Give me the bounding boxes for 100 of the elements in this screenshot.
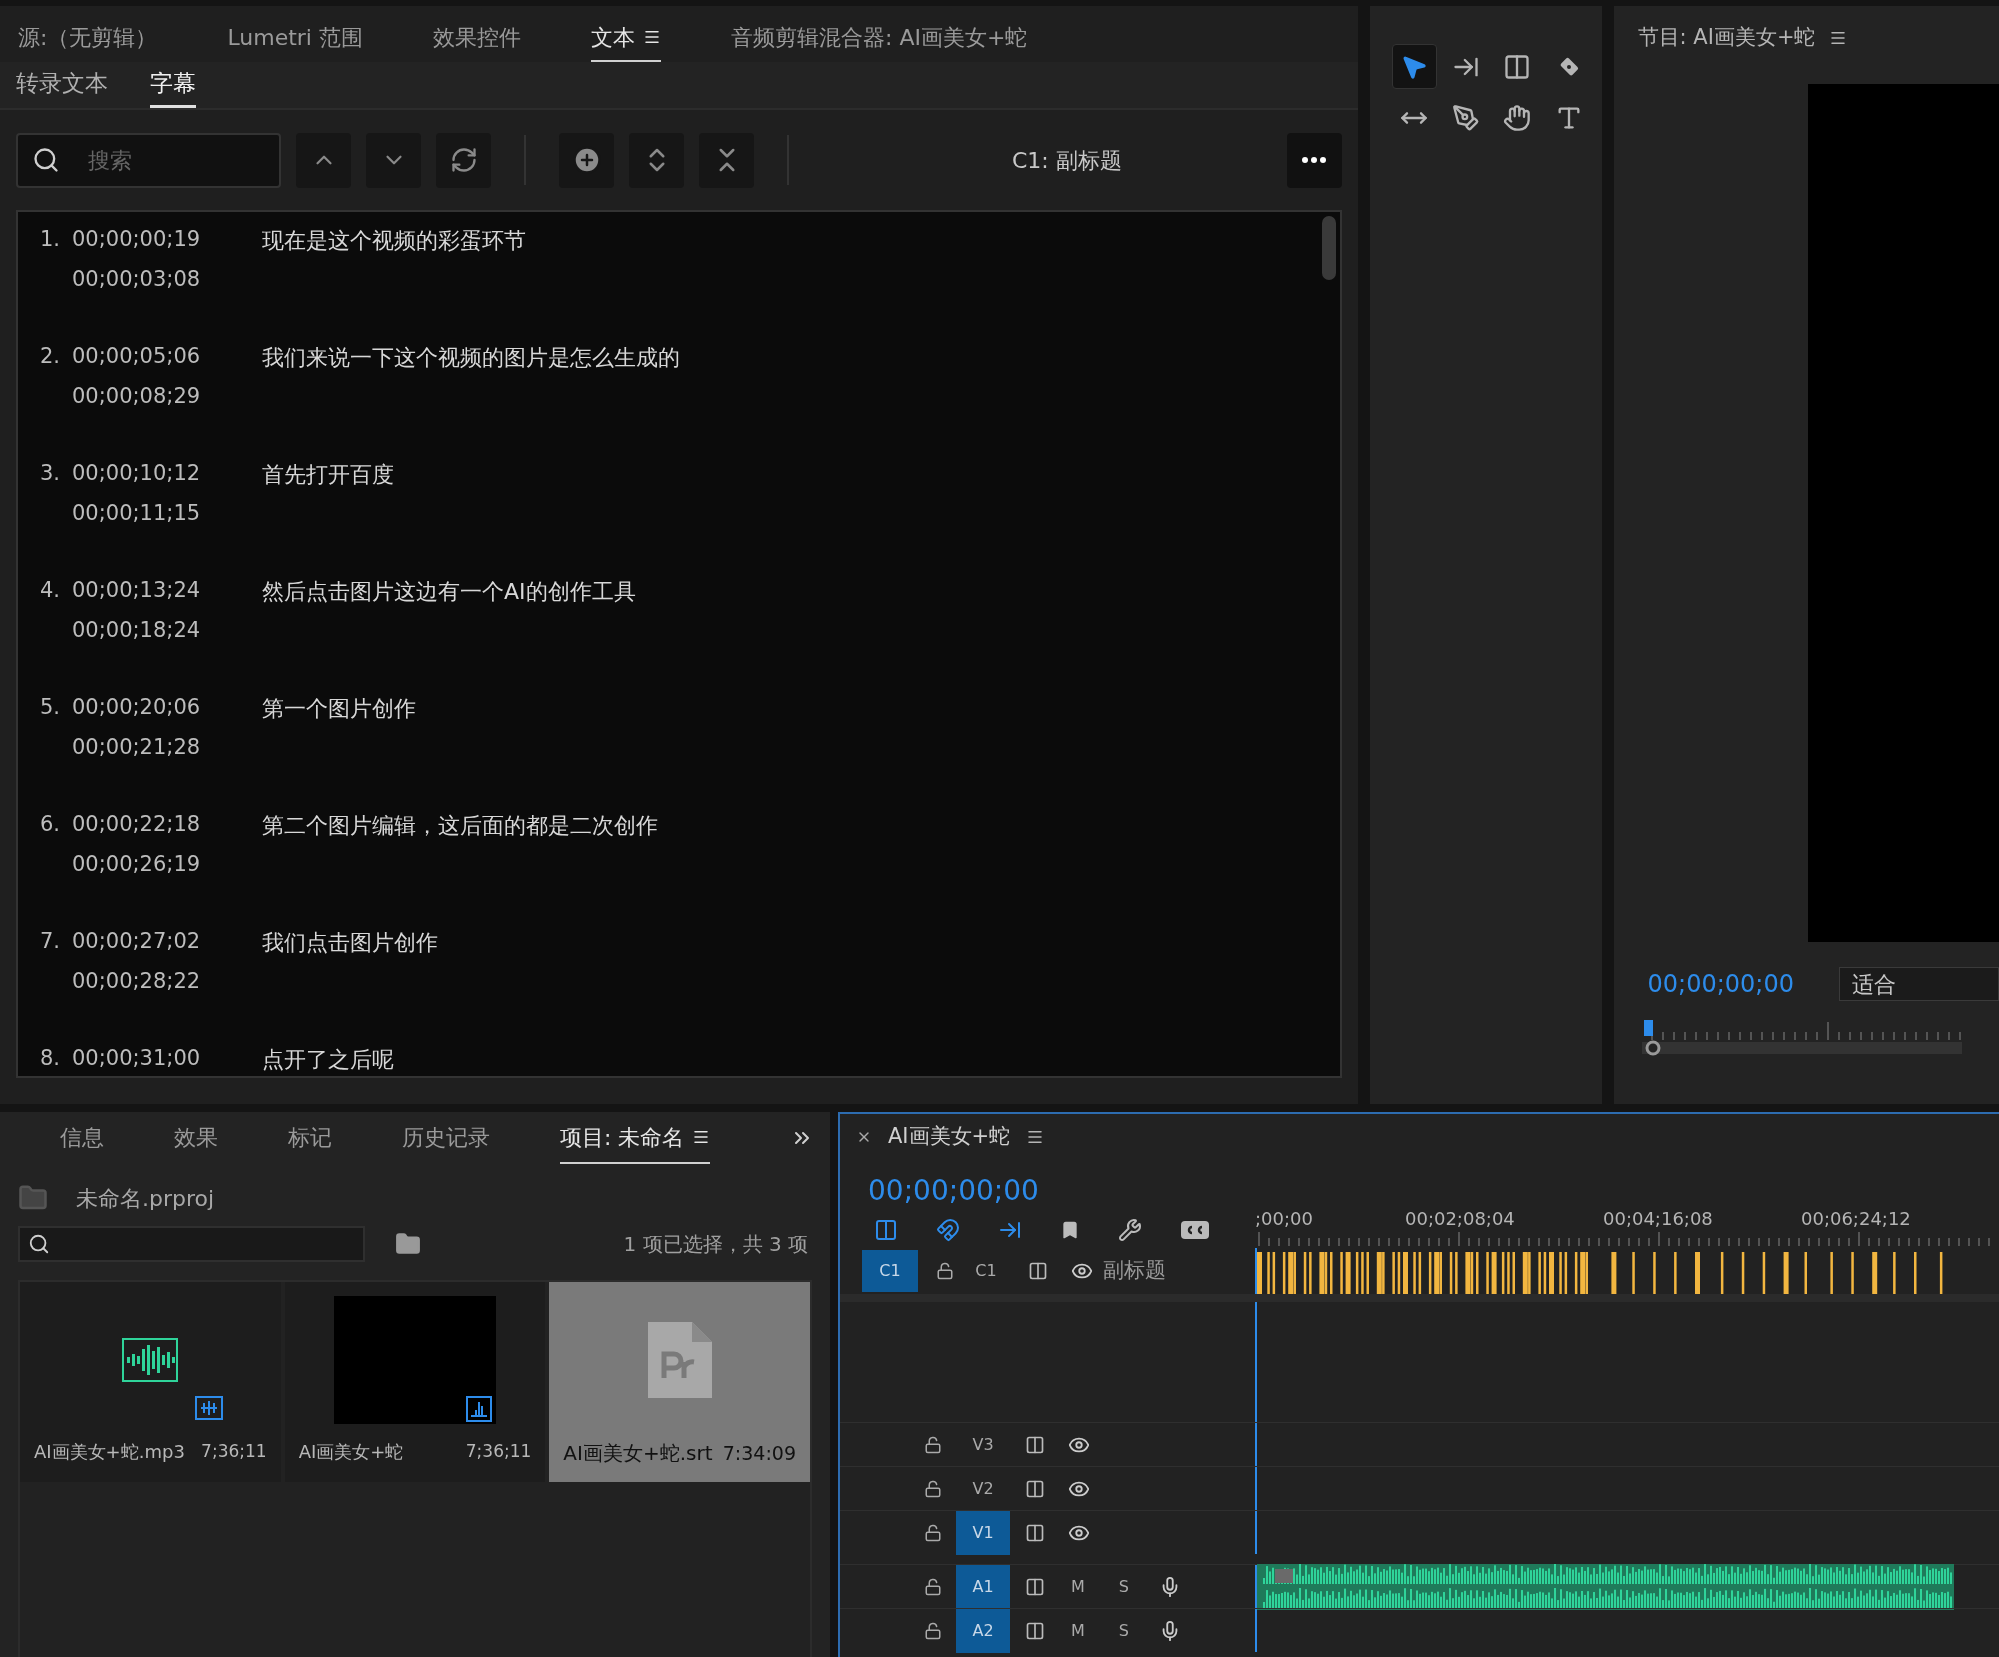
mute-button[interactable]: M	[1071, 1574, 1085, 1599]
zoom-dropdown[interactable]: 适合	[1839, 967, 1999, 1001]
caption-start-time[interactable]: 00;00;22;18	[72, 809, 222, 841]
caption-text[interactable]: 我们点击图片创作	[262, 926, 438, 956]
track-name[interactable]: A1	[956, 1564, 1010, 1609]
caption-text[interactable]: 然后点击图片这边有一个AI的创作工具	[262, 575, 636, 605]
lock-icon[interactable]	[924, 1435, 942, 1454]
scrollbar[interactable]	[1321, 216, 1336, 280]
closed-captions-icon[interactable]	[1180, 1220, 1210, 1240]
track-name[interactable]: A2	[956, 1608, 1010, 1653]
caption-number: 4.	[38, 577, 60, 604]
panel-title[interactable]: 节目: AI画美女+蛇	[1637, 22, 1816, 54]
caption-text[interactable]: 首先打开百度	[262, 458, 394, 488]
panel-tab[interactable]: 源:（无剪辑）	[18, 14, 158, 62]
project-item[interactable]: AI画美女+蛇.srt 7:34:09	[549, 1282, 810, 1482]
caption-end-time[interactable]: 00;00;03;08	[72, 263, 222, 295]
caption-text[interactable]: 点开了之后呢	[262, 1043, 394, 1073]
search-field[interactable]: 搜索	[16, 132, 281, 188]
caption-start-time[interactable]: 00;00;20;06	[72, 692, 222, 724]
track-name[interactable]: V3	[956, 1422, 1010, 1467]
caption-end-time[interactable]: 00;00;11;15	[72, 497, 222, 529]
audio-badge-icon	[195, 1396, 224, 1420]
lock-icon[interactable]	[924, 1523, 942, 1542]
caption-text[interactable]: 现在是这个视频的彩蛋环节	[262, 224, 526, 254]
item-duration: 7;36;11	[465, 1439, 532, 1463]
timecode[interactable]: 00;00;00;00	[840, 1170, 1255, 1212]
sequence-tab[interactable]: AI画美女+蛇	[888, 1121, 1011, 1153]
caption-start-time[interactable]: 00;00;31;00	[72, 1043, 222, 1075]
track-name[interactable]: V2	[956, 1466, 1010, 1511]
marker-icon[interactable]	[1060, 1220, 1080, 1240]
lock-icon[interactable]	[924, 1621, 942, 1640]
pen-icon	[1451, 103, 1480, 132]
more-button[interactable]	[1286, 132, 1342, 188]
caption-start-time[interactable]: 00;00;05;06	[72, 341, 222, 373]
track-target[interactable]: C1	[862, 1250, 918, 1292]
track-label: 副标题	[1103, 1257, 1166, 1285]
panel-tab[interactable]: 历史记录	[402, 1112, 490, 1164]
sequence-badge-icon	[466, 1396, 492, 1422]
item-name: AI画美女+蛇.mp3	[34, 1440, 185, 1464]
menu-icon[interactable]	[643, 28, 661, 46]
item-name: AI画美女+蛇.srt	[563, 1440, 713, 1467]
caption-end-time[interactable]: 00;00;28;22	[72, 965, 222, 997]
more-icon	[1302, 157, 1327, 163]
caption-start-time[interactable]: 00;00;00;19	[72, 224, 222, 256]
menu-icon[interactable]	[1026, 1128, 1045, 1146]
project-item[interactable]: AI画美女+蛇.mp3 7;36;11	[20, 1282, 281, 1482]
caption-start-time[interactable]: 00;00;13;24	[72, 575, 222, 607]
wrench-icon[interactable]	[1118, 1218, 1142, 1242]
refresh-button[interactable]	[436, 132, 491, 188]
project-item[interactable]: AI画美女+蛇 7;36;11	[284, 1282, 546, 1482]
panel-tab[interactable]: 效果控件	[433, 14, 521, 62]
lock-icon[interactable]	[936, 1262, 954, 1280]
premiere-file-icon	[647, 1322, 712, 1398]
ruler-time-label: 00;04;16;08	[1603, 1207, 1714, 1231]
track-name: C1	[974, 1260, 998, 1282]
caption-end-time[interactable]: 00;00;26;19	[72, 848, 222, 880]
subtab[interactable]: 字幕	[150, 62, 196, 108]
project-file-name: 未命名.prproj	[76, 1184, 215, 1213]
selection-count: 1 项已选择，共 3 项	[623, 1231, 808, 1258]
menu-icon[interactable]	[692, 1128, 711, 1146]
caption-text[interactable]: 我们来说一下这个视频的图片是怎么生成的	[262, 341, 680, 371]
tool-button[interactable]	[1391, 44, 1437, 89]
lock-icon[interactable]	[924, 1479, 942, 1498]
snap-icon[interactable]	[936, 1218, 960, 1242]
caption-end-time[interactable]: 00;00;21;28	[72, 731, 222, 763]
panel-tab[interactable]: Lumetri 范围	[227, 14, 363, 62]
subtab[interactable]: 转录文本	[16, 62, 108, 108]
caption-start-time[interactable]: 00;00;27;02	[72, 926, 222, 958]
track-name[interactable]: V1	[956, 1510, 1010, 1555]
caption-start-time[interactable]: 00;00;10;12	[72, 458, 222, 490]
search-folder-icon[interactable]	[395, 1231, 421, 1257]
hand-icon	[1503, 103, 1532, 132]
panel-tab[interactable]: 标记	[288, 1112, 332, 1164]
panel-tab[interactable]: 音频剪辑混合器: AI画美女+蛇	[731, 14, 1028, 62]
caption-number: 5.	[38, 694, 60, 721]
caption-text[interactable]: 第一个图片创作	[262, 692, 416, 722]
solo-button[interactable]: S	[1118, 1618, 1129, 1643]
add-button[interactable]	[559, 132, 614, 188]
timecode[interactable]: 00;00;00;00	[1647, 966, 1794, 1002]
mute-button[interactable]: M	[1071, 1618, 1085, 1643]
split-button[interactable]	[629, 132, 684, 188]
caption-number: 7.	[38, 928, 60, 955]
track-label: C1: 副标题	[1012, 146, 1122, 175]
solo-button[interactable]: S	[1118, 1574, 1129, 1599]
caption-text[interactable]: 第二个图片编辑，这后面的都是二次创作	[262, 809, 658, 839]
lock-icon[interactable]	[924, 1577, 942, 1596]
merge-button[interactable]	[699, 132, 754, 188]
caption-end-time[interactable]: 00;00;18;24	[72, 614, 222, 646]
caption-number: 6.	[38, 811, 60, 838]
audio-clip[interactable]	[1257, 1563, 1954, 1610]
caption-number: 1.	[38, 226, 60, 253]
caption-end-time[interactable]: 00;00;08;29	[72, 380, 222, 412]
panel-tab[interactable]: 信息	[60, 1112, 104, 1164]
menu-icon[interactable]	[1829, 29, 1848, 47]
ruler-time-label: 00;02;08;04	[1405, 1207, 1516, 1231]
panel-tab[interactable]: 项目: 未命名	[560, 1112, 711, 1164]
item-duration: 7:34:09	[722, 1440, 796, 1466]
search-field[interactable]	[18, 1226, 365, 1262]
panel-tab[interactable]: 效果	[174, 1112, 218, 1164]
ruler-time-label: ;00;00	[1255, 1207, 1314, 1231]
